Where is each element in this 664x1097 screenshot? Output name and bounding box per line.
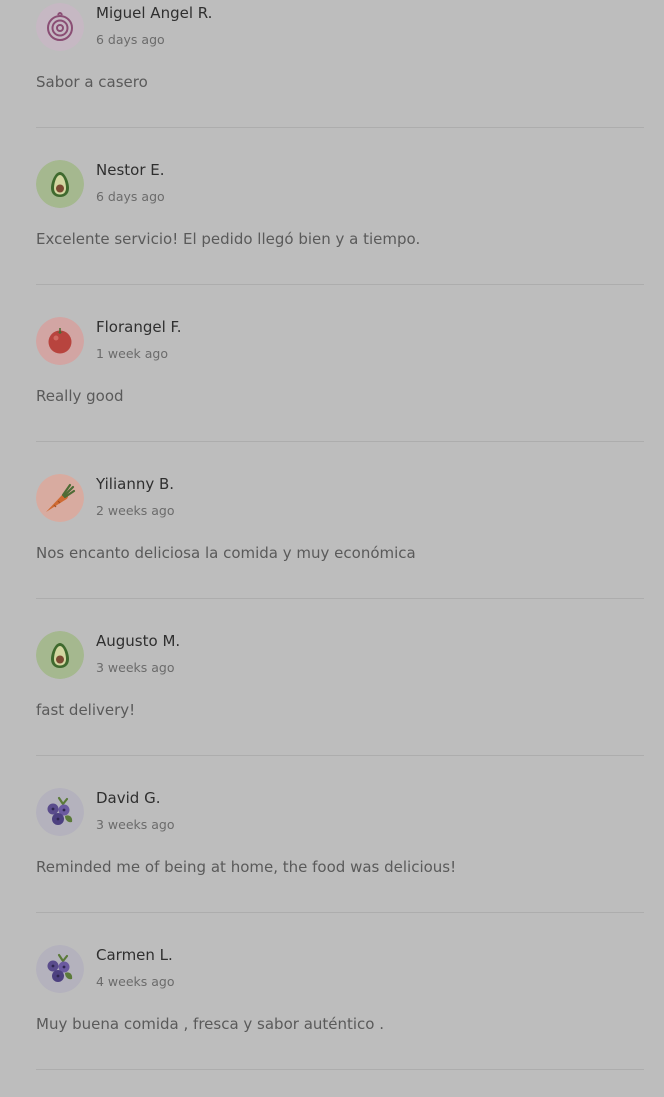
reviewer-name: Carmen L. <box>96 946 173 964</box>
review-text: Sabor a casero <box>36 73 148 91</box>
tomato-icon <box>36 317 84 365</box>
review-text: Really good <box>36 387 124 405</box>
avatar <box>36 3 84 51</box>
divider <box>36 1069 644 1070</box>
avatar <box>36 631 84 679</box>
review-text: Nos encanto deliciosa la comida y muy ec… <box>36 544 416 562</box>
divider <box>36 755 644 756</box>
review-time: 6 days ago <box>96 32 165 47</box>
review-item: Carmen L. 4 weeks ago Muy buena comida ,… <box>0 932 664 1089</box>
review-text: fast delivery! <box>36 701 136 719</box>
review-time: 2 weeks ago <box>96 503 175 518</box>
review-item: Augusto M. 3 weeks ago fast delivery! <box>0 618 664 775</box>
avatar <box>36 788 84 836</box>
review-item: Nestor E. 6 days ago Excelente servicio!… <box>0 147 664 304</box>
avatar <box>36 160 84 208</box>
avatar <box>36 317 84 365</box>
review-time: 3 weeks ago <box>96 660 175 675</box>
avatar <box>36 474 84 522</box>
avocado-icon <box>36 160 84 208</box>
reviewer-name: Yilianny B. <box>96 475 175 493</box>
review-item: David G. 3 weeks ago Reminded me of bein… <box>0 775 664 932</box>
review-time: 6 days ago <box>96 189 165 204</box>
reviewer-name: Florangel F. <box>96 318 182 336</box>
review-text: Reminded me of being at home, the food w… <box>36 858 457 876</box>
divider <box>36 441 644 442</box>
review-item: Florangel F. 1 week ago Really good <box>0 304 664 461</box>
carrot-icon <box>36 474 84 522</box>
onion-icon <box>36 3 84 51</box>
avatar <box>36 945 84 993</box>
reviewer-name: Augusto M. <box>96 632 181 650</box>
review-time: 4 weeks ago <box>96 974 175 989</box>
review-item: Miguel Angel R. 6 days ago Sabor a caser… <box>0 0 664 147</box>
blueberries-icon <box>36 788 84 836</box>
review-time: 3 weeks ago <box>96 817 175 832</box>
reviewer-name: Miguel Angel R. <box>96 4 213 22</box>
review-time: 1 week ago <box>96 346 168 361</box>
reviews-list: Miguel Angel R. 6 days ago Sabor a caser… <box>0 0 664 1089</box>
divider <box>36 598 644 599</box>
review-item: Yilianny B. 2 weeks ago Nos encanto deli… <box>0 461 664 618</box>
review-text: Excelente servicio! El pedido llegó bien… <box>36 230 421 248</box>
blueberries-icon <box>36 945 84 993</box>
reviewer-name: Nestor E. <box>96 161 165 179</box>
reviewer-name: David G. <box>96 789 161 807</box>
divider <box>36 284 644 285</box>
review-text: Muy buena comida , fresca y sabor autént… <box>36 1015 385 1033</box>
divider <box>36 912 644 913</box>
avocado-icon <box>36 631 84 679</box>
divider <box>36 127 644 128</box>
